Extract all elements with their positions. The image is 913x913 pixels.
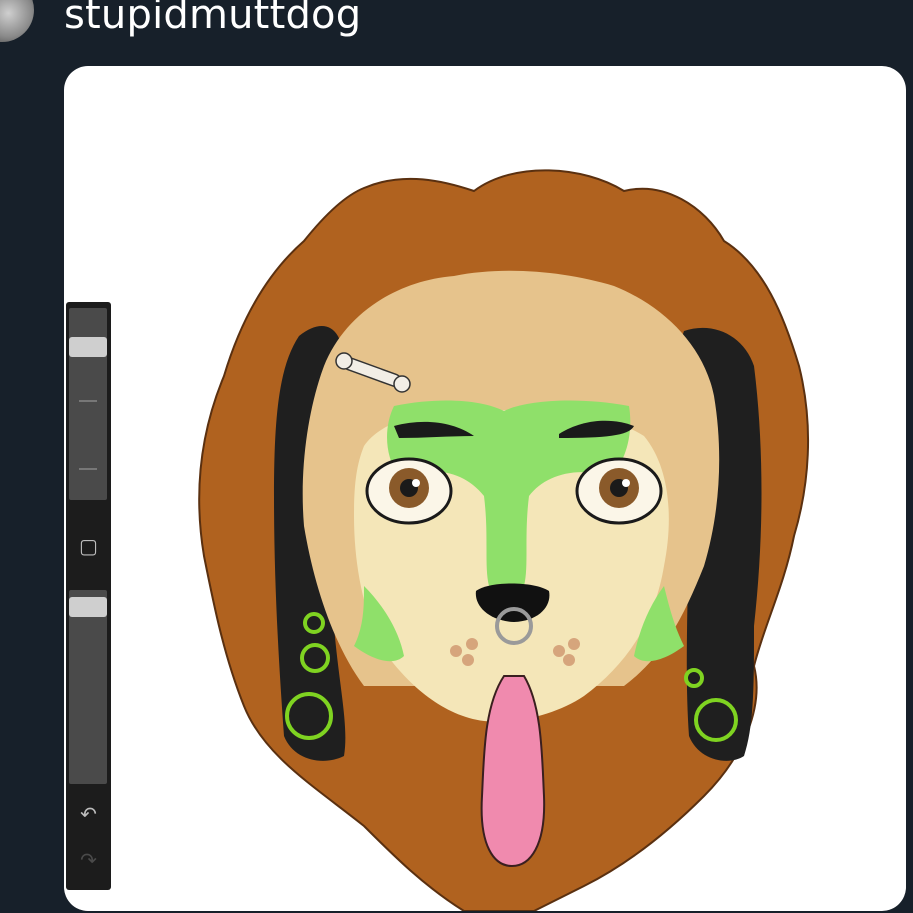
redo-icon[interactable]: ↷ <box>66 848 111 872</box>
brush-size-slider[interactable] <box>69 308 107 500</box>
right-eye <box>575 457 663 525</box>
opacity-thumb[interactable] <box>69 596 107 617</box>
opacity-slider[interactable] <box>69 590 107 784</box>
post-username[interactable]: stupidmuttdog <box>64 0 361 38</box>
profile-avatar[interactable] <box>0 0 34 42</box>
slider-tick <box>79 468 97 470</box>
tongue <box>480 675 546 868</box>
square-modify-icon[interactable]: ▢ <box>66 534 111 558</box>
undo-icon[interactable]: ↶ <box>66 802 111 826</box>
drawing-app-sidebar: ▢ ↶ ↷ <box>66 302 111 890</box>
slider-tick <box>79 400 97 402</box>
dog-drawing-image <box>198 169 810 911</box>
post-image-card[interactable] <box>64 66 906 911</box>
brush-size-thumb[interactable] <box>69 337 107 358</box>
left-eye <box>365 457 453 525</box>
